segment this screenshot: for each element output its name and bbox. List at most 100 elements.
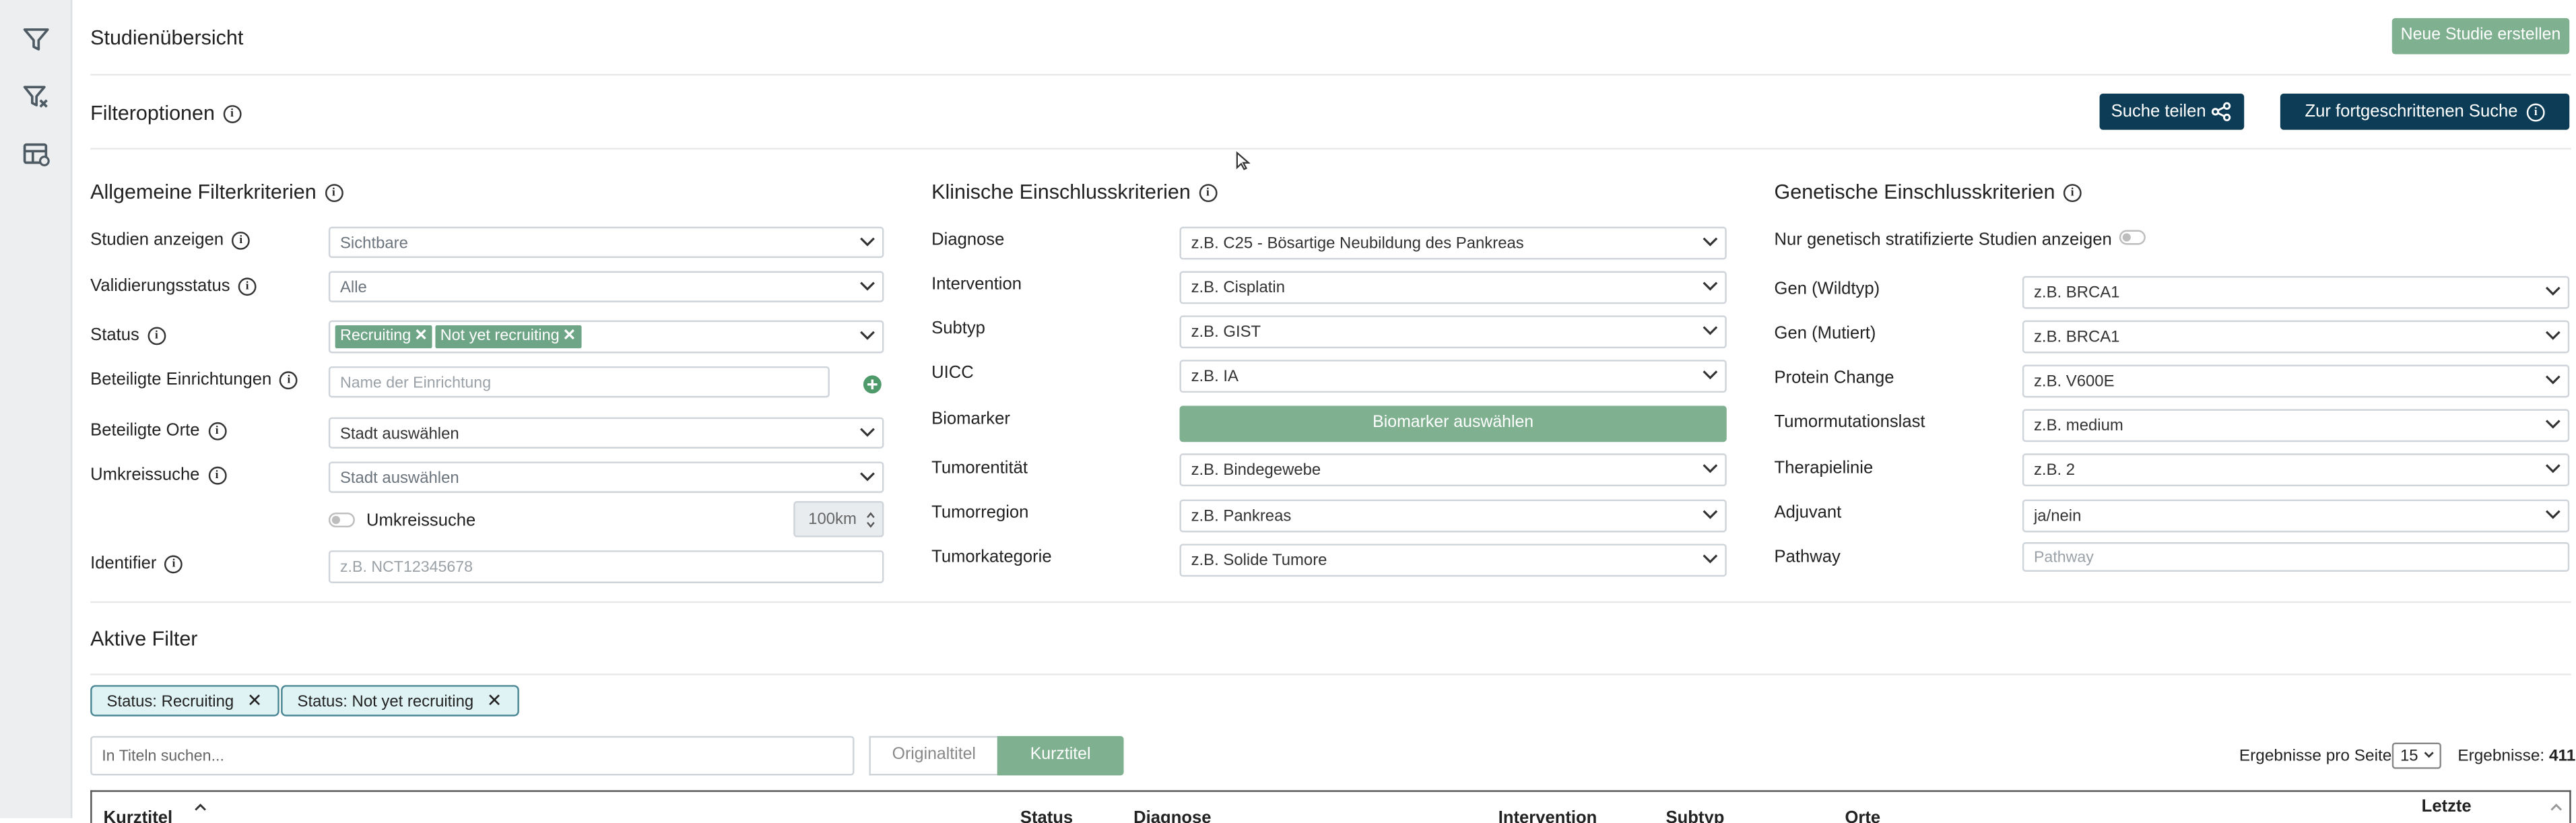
tumormutationslast-select[interactable]: z.B. medium	[2022, 409, 2570, 442]
share-icon	[2211, 102, 2231, 122]
label-tumorkategorie: Tumorkategorie	[931, 547, 1052, 567]
genetic-criteria-title: Genetische Einschlusskriterien i	[1775, 180, 2082, 203]
info-icon[interactable]: i	[147, 326, 166, 345]
select-value: Stadt auswählen	[339, 469, 459, 488]
chip-label: Status: Recruiting	[106, 693, 234, 712]
tumorregion-select[interactable]: z.B. Pankreas	[1179, 499, 1727, 533]
select-value: z.B. 2	[2033, 461, 2076, 480]
gen-mutiert-select[interactable]: z.B. BRCA1	[2022, 320, 2570, 354]
close-icon[interactable]: ✕	[487, 692, 502, 711]
therapielinie-select[interactable]: z.B. 2	[2022, 453, 2570, 487]
label-gen-mutiert: Gen (Mutiert)	[1774, 323, 1876, 343]
advanced-search-label: Zur fortgeschrittenen Suche	[2305, 102, 2518, 122]
biomarker-select-button[interactable]: Biomarker auswählen	[1179, 405, 1727, 442]
pathway-input[interactable]: Pathway	[2022, 542, 2570, 572]
new-study-button[interactable]: Neue Studie erstellen	[2391, 18, 2570, 55]
label-pathway: Pathway	[1774, 547, 1841, 567]
show-studies-select[interactable]: Sichtbare	[328, 226, 884, 258]
column-intervention[interactable]: Intervention	[1498, 808, 1597, 823]
status-tag-recruiting[interactable]: Recruiting ✕	[335, 325, 433, 349]
radius-toggle-label: Umkreissuche	[366, 511, 476, 531]
original-title-toggle[interactable]: Originaltitel	[869, 735, 997, 776]
mouse-cursor-icon	[1236, 151, 1251, 170]
info-icon[interactable]: i	[232, 231, 251, 250]
clear-filter-icon[interactable]	[22, 82, 51, 112]
select-value: z.B. GIST	[1191, 323, 1261, 341]
label-text: Beteiligte Einrichtungen	[90, 369, 272, 390]
label-tumorregion: Tumorregion	[931, 502, 1029, 523]
sort-icon[interactable]	[2550, 803, 2563, 812]
info-icon[interactable]: i	[238, 277, 257, 296]
active-filter-chip-not-yet[interactable]: Status: Not yet recruiting ✕	[281, 685, 519, 717]
info-icon[interactable]: i	[279, 370, 298, 389]
label-status: Status i	[90, 325, 166, 345]
label-validation: Validierungsstatus i	[90, 276, 257, 296]
radius-city-select[interactable]: Stadt auswählen	[328, 461, 884, 493]
chevron-down-icon	[1703, 464, 1718, 473]
select-value: Stadt auswählen	[339, 424, 459, 443]
diagnose-select[interactable]: z.B. C25 - Bösartige Neubildung des Pank…	[1179, 226, 1727, 260]
validation-select[interactable]: Alle	[328, 271, 884, 302]
info-icon[interactable]: i	[1199, 184, 1217, 203]
toggle-knob	[331, 515, 340, 525]
short-title-toggle[interactable]: Kurztitel	[997, 735, 1124, 776]
info-icon[interactable]: i	[207, 466, 226, 484]
share-search-button[interactable]: Suche teilen	[2099, 94, 2245, 130]
add-institution-icon[interactable]	[863, 374, 882, 394]
intervention-select[interactable]: z.B. Cisplatin	[1179, 271, 1727, 304]
institution-input[interactable]: Name der Einrichtung	[328, 366, 830, 398]
chip-label: Status: Not yet recruiting	[297, 693, 474, 712]
column-status[interactable]: Status	[1020, 808, 1073, 823]
only-stratified-toggle[interactable]	[2119, 230, 2146, 245]
filter-icon[interactable]	[22, 25, 51, 55]
select-value: ja/nein	[2033, 506, 2082, 525]
select-value: z.B. Solide Tumore	[1191, 551, 1327, 570]
clinical-criteria-label: Klinische Einschlusskriterien	[931, 180, 1191, 204]
identifier-input[interactable]: z.B. NCT12345678	[328, 550, 884, 583]
info-icon[interactable]: i	[2063, 184, 2082, 203]
subtyp-select[interactable]: z.B. GIST	[1179, 315, 1727, 349]
column-subtyp[interactable]: Subtyp	[1666, 808, 1725, 823]
input-placeholder: Name der Einrichtung	[339, 374, 492, 393]
active-filter-chip-recruiting[interactable]: Status: Recruiting ✕	[90, 685, 279, 717]
table-settings-icon[interactable]	[22, 139, 51, 169]
info-icon[interactable]: i	[324, 184, 343, 203]
close-icon[interactable]: ✕	[247, 692, 262, 711]
select-value: Alle	[339, 278, 367, 297]
title-search-input[interactable]: In Titeln suchen...	[90, 735, 855, 776]
remove-tag-icon[interactable]: ✕	[563, 327, 576, 345]
sort-asc-icon[interactable]	[194, 803, 207, 812]
select-value: Sichtbare	[339, 234, 408, 253]
label-therapielinie: Therapielinie	[1774, 458, 1874, 478]
tumorkategorie-select[interactable]: z.B. Solide Tumore	[1179, 544, 1727, 577]
column-diagnose[interactable]: Diagnose	[1133, 808, 1211, 823]
column-letzte[interactable]: Letzte	[2422, 797, 2472, 816]
share-search-label: Suche teilen	[2111, 102, 2206, 122]
status-tag-not-yet-recruiting[interactable]: Not yet recruiting ✕	[435, 325, 581, 349]
tumorentitaet-select[interactable]: z.B. Bindegewebe	[1179, 453, 1727, 487]
protein-change-select[interactable]: z.B. V600E	[2022, 364, 2570, 398]
locations-select[interactable]: Stadt auswählen	[328, 417, 884, 449]
gen-wildtyp-select[interactable]: z.B. BRCA1	[2022, 275, 2570, 309]
advanced-search-button[interactable]: Zur fortgeschrittenen Suche i	[2280, 94, 2570, 130]
remove-tag-icon[interactable]: ✕	[414, 327, 428, 345]
filter-options-title: Filteroptionen i	[90, 102, 241, 125]
per-page-label: Ergebnisse pro Seite	[2239, 747, 2392, 766]
per-page-select[interactable]: 15	[2391, 742, 2441, 769]
status-multiselect[interactable]: Recruiting ✕ Not yet recruiting ✕	[328, 320, 884, 354]
label-text: Status	[90, 325, 139, 345]
toggle-knob	[2122, 233, 2131, 242]
divider	[90, 147, 2571, 150]
select-value: z.B. IA	[1191, 367, 1239, 386]
info-icon[interactable]: i	[164, 554, 183, 573]
uicc-select[interactable]: z.B. IA	[1179, 360, 1727, 393]
info-icon[interactable]: i	[223, 105, 241, 124]
info-icon[interactable]: i	[207, 422, 226, 440]
column-orte[interactable]: Orte	[1845, 808, 1880, 823]
radius-search-toggle[interactable]	[328, 513, 355, 528]
radius-km-select[interactable]: 100km	[793, 501, 884, 537]
column-kurztitel[interactable]: Kurztitel	[104, 808, 172, 823]
select-value: z.B. BRCA1	[2033, 327, 2120, 346]
adjuvant-select[interactable]: ja/nein	[2022, 499, 2570, 533]
label-adjuvant: Adjuvant	[1774, 502, 1842, 523]
